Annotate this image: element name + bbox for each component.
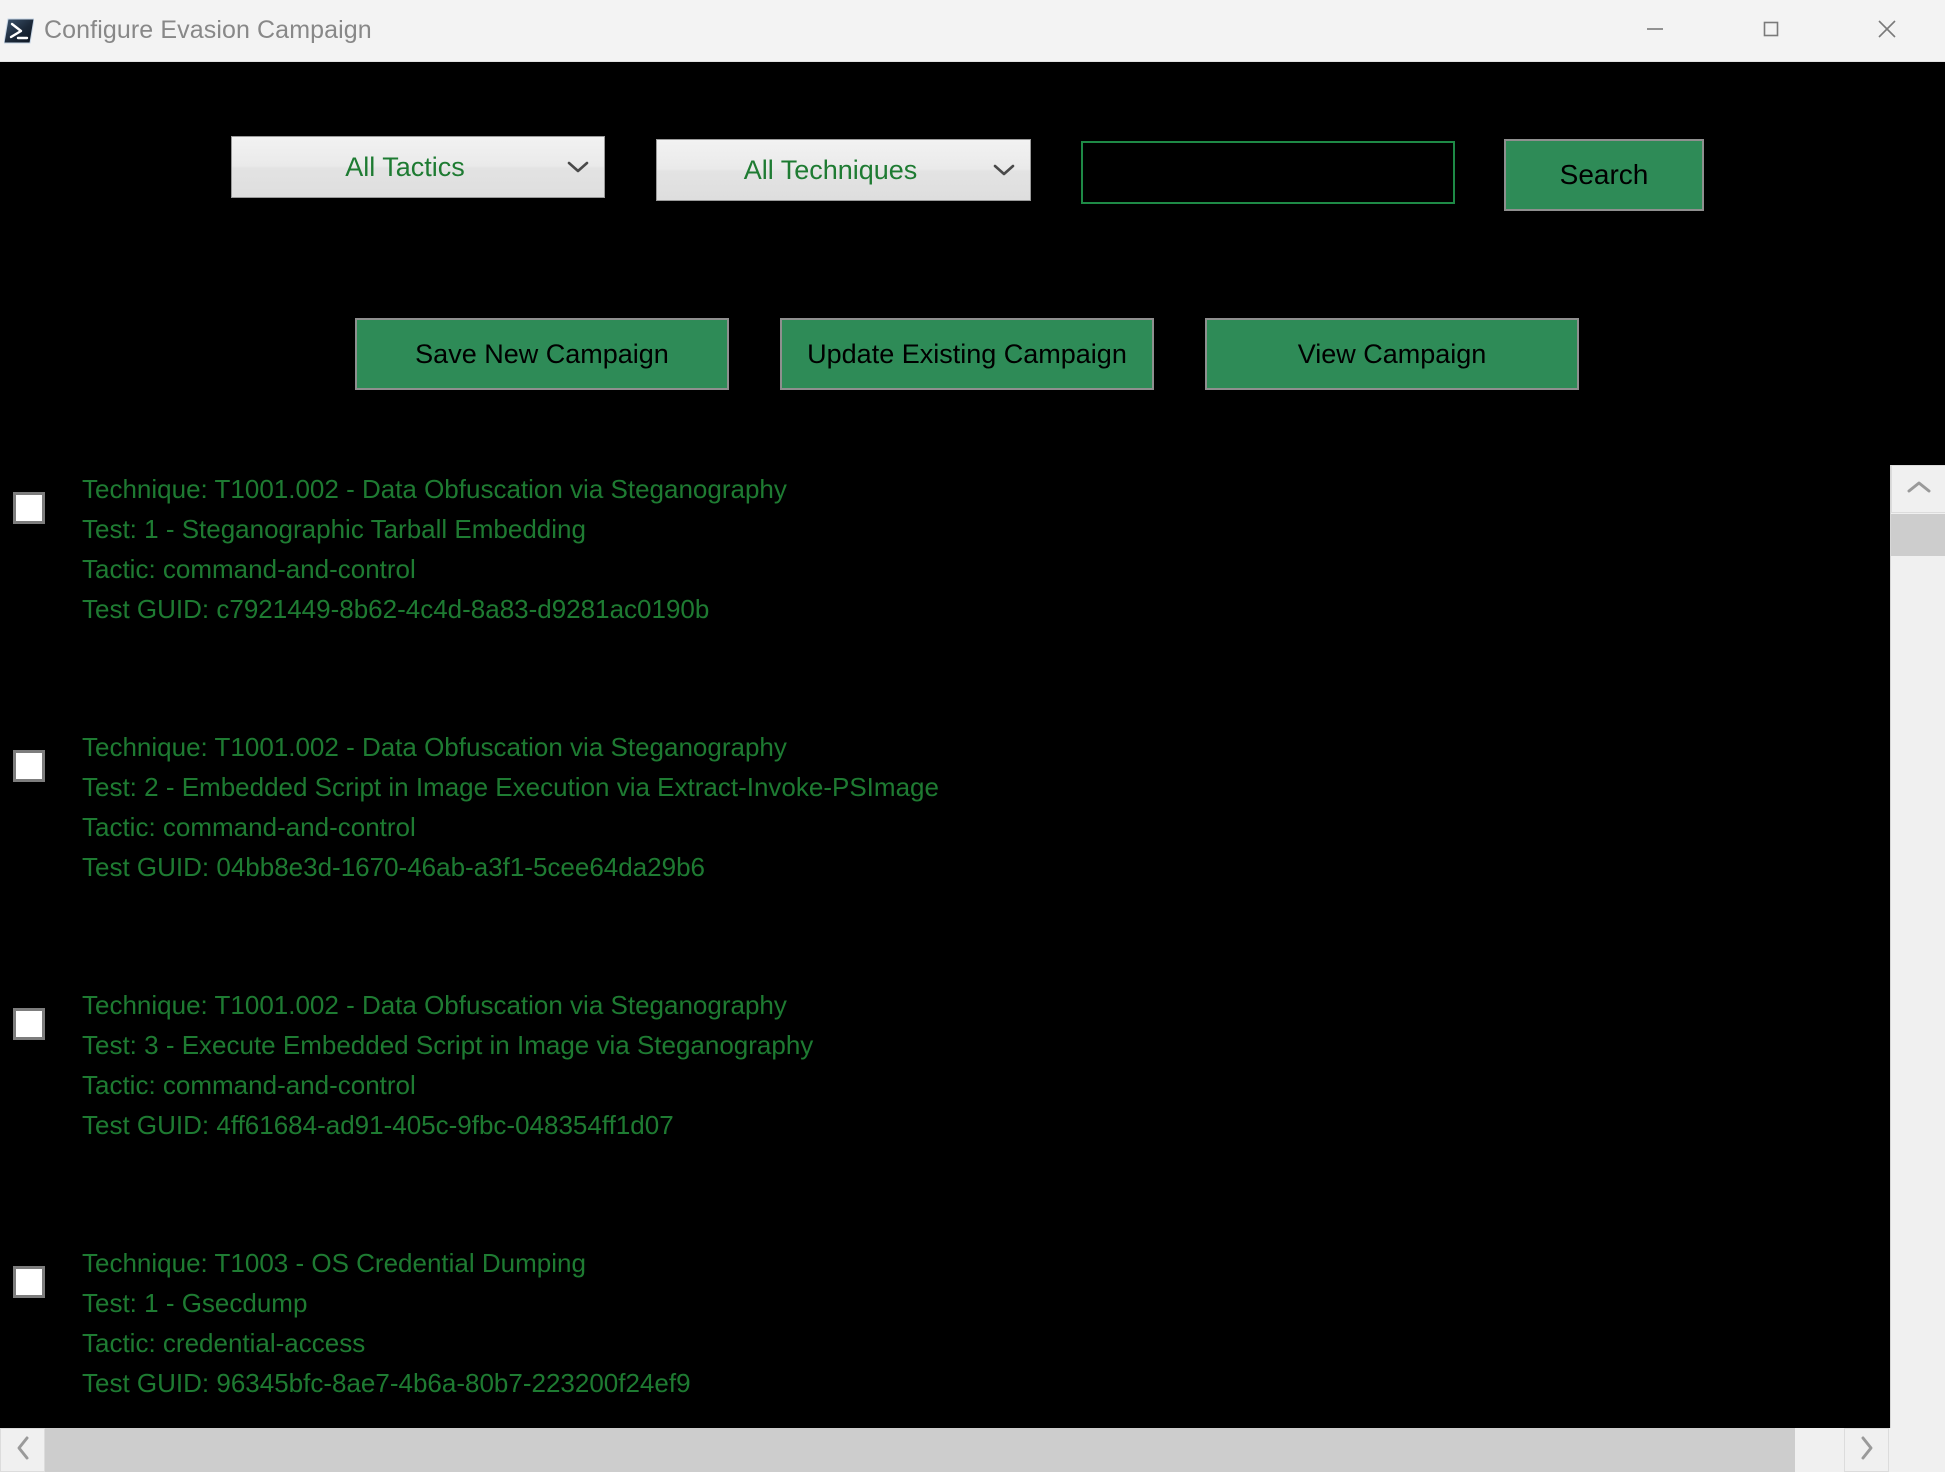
- technique-checkbox[interactable]: [13, 1266, 45, 1298]
- tactic-line: Tactic: command-and-control: [82, 1065, 813, 1105]
- technique-checkbox[interactable]: [13, 750, 45, 782]
- technique-checkbox[interactable]: [13, 492, 45, 524]
- test-guid-line: Test GUID: 96345bfc-8ae7-4b6a-80b7-22320…: [82, 1363, 691, 1403]
- technique-details: Technique: T1001.002 - Data Obfuscation …: [82, 727, 939, 887]
- horizontal-scrollbar-thumb[interactable]: [45, 1428, 1795, 1472]
- search-input[interactable]: [1081, 141, 1455, 204]
- horizontal-scrollbar[interactable]: [0, 1428, 1945, 1472]
- test-line: Test: 3 - Execute Embedded Script in Ima…: [82, 1025, 813, 1065]
- vertical-scrollbar[interactable]: [1890, 465, 1945, 1428]
- controls-panel: All Tactics All Techniques Search Save N…: [0, 62, 1945, 460]
- test-guid-line: Test GUID: c7921449-8b62-4c4d-8a83-d9281…: [82, 589, 787, 629]
- list-item[interactable]: Technique: T1001.002 - Data Obfuscation …: [0, 460, 1890, 718]
- tactics-dropdown[interactable]: All Tactics: [231, 136, 605, 198]
- tactic-line: Tactic: command-and-control: [82, 807, 939, 847]
- test-guid-line: Test GUID: 04bb8e3d-1670-46ab-a3f1-5cee6…: [82, 847, 939, 887]
- scroll-left-button[interactable]: [0, 1428, 45, 1472]
- minimize-button[interactable]: [1597, 0, 1713, 62]
- technique-list: Technique: T1001.002 - Data Obfuscation …: [0, 460, 1890, 1428]
- tactic-line: Tactic: credential-access: [82, 1323, 691, 1363]
- tactic-line: Tactic: command-and-control: [82, 549, 787, 589]
- test-line: Test: 2 - Embedded Script in Image Execu…: [82, 767, 939, 807]
- technique-line: Technique: T1003 - OS Credential Dumping: [82, 1243, 691, 1283]
- minimize-icon: [1643, 17, 1667, 46]
- scroll-up-button[interactable]: [1891, 465, 1945, 513]
- test-guid-line: Test GUID: 4ff61684-ad91-405c-9fbc-04835…: [82, 1105, 813, 1145]
- techniques-dropdown[interactable]: All Techniques: [656, 139, 1031, 201]
- chevron-down-icon: [978, 163, 1030, 177]
- save-new-campaign-button[interactable]: Save New Campaign: [355, 318, 729, 390]
- search-button[interactable]: Search: [1504, 139, 1704, 211]
- window-controls: [1597, 0, 1945, 62]
- list-item[interactable]: Technique: T1001.002 - Data Obfuscation …: [0, 976, 1890, 1234]
- view-campaign-button[interactable]: View Campaign: [1205, 318, 1579, 390]
- window-title: Configure Evasion Campaign: [44, 16, 372, 45]
- close-button[interactable]: [1829, 0, 1945, 62]
- update-existing-campaign-button[interactable]: Update Existing Campaign: [780, 318, 1154, 390]
- technique-details: Technique: T1001.002 - Data Obfuscation …: [82, 469, 787, 629]
- techniques-dropdown-value: All Techniques: [657, 155, 978, 186]
- technique-checkbox[interactable]: [13, 1008, 45, 1040]
- tactics-dropdown-value: All Tactics: [232, 152, 552, 183]
- list-item[interactable]: Technique: T1003 - OS Credential Dumping…: [0, 1234, 1890, 1428]
- vertical-scrollbar-thumb[interactable]: [1891, 514, 1945, 556]
- chevron-right-icon: [1859, 1435, 1875, 1466]
- chevron-left-icon: [15, 1435, 31, 1466]
- maximize-icon: [1759, 17, 1783, 46]
- chevron-up-icon: [1906, 479, 1932, 500]
- chevron-down-icon: [552, 160, 604, 174]
- maximize-button[interactable]: [1713, 0, 1829, 62]
- scroll-right-button[interactable]: [1844, 1428, 1889, 1472]
- list-item[interactable]: Technique: T1001.002 - Data Obfuscation …: [0, 718, 1890, 976]
- technique-details: Technique: T1003 - OS Credential Dumping…: [82, 1243, 691, 1403]
- powershell-icon: [4, 16, 34, 46]
- technique-line: Technique: T1001.002 - Data Obfuscation …: [82, 469, 787, 509]
- test-line: Test: 1 - Steganographic Tarball Embeddi…: [82, 509, 787, 549]
- scrollbar-corner: [1889, 1428, 1945, 1472]
- title-bar: Configure Evasion Campaign: [0, 0, 1945, 62]
- technique-line: Technique: T1001.002 - Data Obfuscation …: [82, 727, 939, 767]
- technique-details: Technique: T1001.002 - Data Obfuscation …: [82, 985, 813, 1145]
- close-icon: [1874, 16, 1900, 47]
- test-line: Test: 1 - Gsecdump: [82, 1283, 691, 1323]
- technique-line: Technique: T1001.002 - Data Obfuscation …: [82, 985, 813, 1025]
- horizontal-scrollbar-track[interactable]: [45, 1428, 1844, 1472]
